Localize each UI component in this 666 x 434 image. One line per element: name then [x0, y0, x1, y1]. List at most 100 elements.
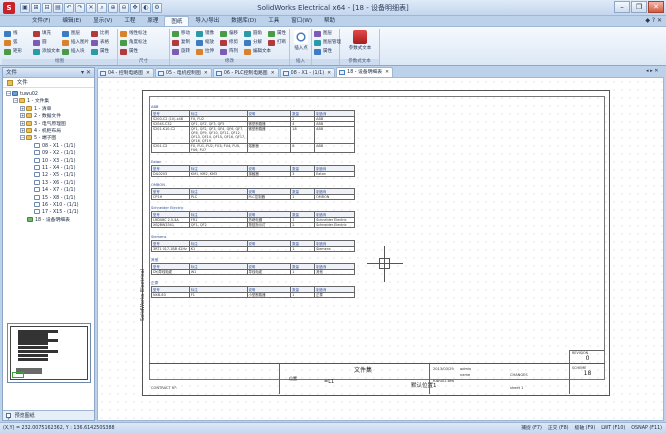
- ribbon-help-controls[interactable]: ◆ ? ✕: [645, 17, 662, 24]
- tab-close-icon[interactable]: ✕: [385, 70, 389, 75]
- ribbon-button[interactable]: 拉伸: [196, 48, 214, 56]
- tree-toggle-icon[interactable]: +: [20, 120, 25, 126]
- document-tab[interactable]: 04 - 控制电路图 ✕: [97, 68, 154, 77]
- doc-tabs-controls[interactable]: ◂ ▸ ✕: [646, 68, 664, 74]
- ribbon-button[interactable]: 角度标注: [120, 39, 147, 47]
- file-tool-label[interactable]: 文件: [17, 80, 28, 86]
- folder-icon[interactable]: [7, 79, 13, 86]
- preview-toggle[interactable]: ✓ 预览图纸: [3, 410, 94, 422]
- status-mode-toggle[interactable]: 极轴 (F9): [575, 423, 596, 434]
- bom-section: Schneider Electric 型号 标注 说明 数量 制造商 LRD08C 2.5-…: [151, 206, 355, 228]
- ribbon-button[interactable]: 插入块: [62, 48, 85, 56]
- ribbon-tab[interactable]: 工程: [118, 16, 141, 26]
- ribbon-button[interactable]: 圆: [33, 39, 47, 47]
- close-button[interactable]: ✕: [648, 1, 664, 13]
- ribbon-button[interactable]: 矩形: [4, 48, 22, 56]
- tree-node[interactable]: 17 - X15 - (1/1): [27, 209, 79, 216]
- ribbon-tab[interactable]: 图纸: [164, 16, 190, 26]
- status-mode-toggle[interactable]: LWT (F10): [601, 423, 625, 434]
- ribbon-button[interactable]: 属性: [91, 48, 109, 56]
- tab-close-icon[interactable]: ✕: [146, 71, 150, 76]
- ribbon-button[interactable]: 图层: [62, 30, 80, 38]
- tree-node[interactable]: 08 - X1 - (1/1): [27, 142, 75, 150]
- document-tab[interactable]: 18 - 设备明细表 ✕: [336, 67, 394, 77]
- tree-node[interactable]: − tuwu02: [6, 91, 38, 98]
- ribbon-button[interactable]: 旋转: [172, 48, 190, 56]
- status-mode-toggle[interactable]: OSNAP (F11): [631, 423, 662, 434]
- tree-node[interactable]: 09 - X2 - (1/1): [27, 150, 75, 157]
- tree-node[interactable]: +1 - 清单: [20, 105, 51, 113]
- ribbon-button[interactable]: 填充: [33, 30, 51, 38]
- ribbon-button[interactable]: 镜像: [196, 30, 214, 38]
- tree-node[interactable]: 12 - X5 - (1/1): [27, 172, 75, 179]
- maximize-button[interactable]: ❐: [631, 1, 647, 13]
- ribbon-button[interactable]: 阵列: [220, 48, 238, 56]
- ribbon-button[interactable]: 打断: [268, 39, 286, 47]
- ribbon-button[interactable]: 弧: [4, 39, 18, 47]
- document-tab[interactable]: 06 - PLC控制电路图 ✕: [212, 68, 279, 77]
- ribbon-button[interactable]: 插入图片: [62, 39, 89, 47]
- ribbon-button[interactable]: 添加文本: [33, 48, 60, 56]
- preview-checkbox[interactable]: ✓: [6, 413, 11, 422]
- ribbon-button[interactable]: 移动: [172, 30, 190, 38]
- drawing-name: 文件集: [354, 367, 373, 374]
- ribbon-tab[interactable]: 窗口(W): [285, 16, 318, 26]
- ribbon-button[interactable]: 缩放: [196, 39, 214, 47]
- ribbon-button[interactable]: 属性: [314, 48, 332, 56]
- tree-toggle-icon[interactable]: +: [20, 113, 25, 119]
- document-tab[interactable]: 08 - X1 - (1/1) ✕: [279, 68, 336, 77]
- tree-node[interactable]: 16 - X10 - (1/1): [27, 202, 79, 209]
- minimize-button[interactable]: –: [614, 1, 630, 13]
- ribbon-tab[interactable]: 文件(F): [26, 16, 56, 26]
- ribbon-tab[interactable]: 编辑(E): [56, 16, 87, 26]
- tab-close-icon[interactable]: ✕: [327, 71, 331, 76]
- tree-toggle-icon[interactable]: −: [13, 98, 18, 104]
- tree-toggle-icon[interactable]: +: [20, 105, 25, 111]
- ribbon-button[interactable]: 比例: [91, 30, 109, 38]
- tab-close-icon[interactable]: ✕: [204, 71, 208, 76]
- ribbon-button[interactable]: 修剪: [220, 39, 238, 47]
- ribbon-button[interactable]: 圆角: [244, 30, 262, 38]
- ribbon-button[interactable]: 属性: [120, 48, 138, 56]
- status-mode-toggle[interactable]: 正交 (F8): [548, 423, 569, 434]
- drawing-canvas[interactable]: SolidWorks Electrical ABB 型号 标注 说明 数量 制造商 S200…: [97, 77, 664, 421]
- folder-icon: [26, 128, 32, 133]
- ribbon-button[interactable]: 分解: [244, 39, 262, 47]
- tree-node[interactable]: 13 - X6 - (1/1): [27, 179, 75, 187]
- parametric-text-button[interactable]: 参数式文本: [345, 30, 375, 58]
- ribbon-button[interactable]: 图层管理: [314, 39, 341, 47]
- ribbon-tab[interactable]: 显示(V): [87, 16, 118, 26]
- ribbon-button[interactable]: 表格: [91, 39, 109, 47]
- tree-node[interactable]: − 1 - 文件集: [13, 98, 49, 105]
- ribbon-tab[interactable]: 导入/导出: [189, 16, 225, 26]
- tree-node[interactable]: 15 - X8 - (1/1): [27, 194, 75, 202]
- ribbon-button[interactable]: 线: [4, 30, 18, 38]
- status-mode-toggle[interactable]: 捕捉 (F7): [521, 423, 542, 434]
- ribbon-button[interactable]: 复制: [172, 39, 190, 47]
- tree-node[interactable]: +4 - 机柜布局: [20, 128, 61, 135]
- tree-node[interactable]: +3 - 电气原理图: [20, 120, 66, 128]
- tab-close-icon[interactable]: ✕: [271, 71, 275, 76]
- tree-node[interactable]: 14 - X7 - (1/1): [27, 187, 75, 194]
- ribbon-button[interactable]: 线性标注: [120, 30, 147, 38]
- tree-toggle-icon[interactable]: −: [6, 91, 11, 96]
- tree-node[interactable]: 18 - 设备明细表: [20, 216, 70, 224]
- tree-toggle-icon[interactable]: −: [20, 135, 25, 141]
- bom-cell: DIL0203: [151, 171, 190, 177]
- tree-node[interactable]: +2 - 数据文件: [20, 113, 61, 120]
- ribbon-button[interactable]: 属性: [268, 30, 286, 38]
- tree-node[interactable]: 10 - X3 - (1/1): [27, 157, 75, 165]
- ribbon-button[interactable]: 编辑文本: [244, 48, 271, 56]
- ribbon-tab[interactable]: 原理: [141, 16, 164, 26]
- ribbon-tab[interactable]: 工具: [262, 16, 285, 26]
- preview-viewport[interactable]: [12, 372, 24, 378]
- ribbon-tab[interactable]: 数据库(D): [225, 16, 262, 26]
- ribbon-tab[interactable]: 帮助: [318, 16, 341, 26]
- tree-toggle-icon[interactable]: +: [20, 128, 25, 133]
- tree-node[interactable]: − 5 - 端子图: [20, 135, 56, 142]
- tree-node[interactable]: 11 - X4 - (1/1): [27, 165, 75, 172]
- ribbon-button[interactable]: 图层: [314, 30, 332, 38]
- ribbon-button[interactable]: 偏移: [220, 30, 238, 38]
- document-tab[interactable]: 05 - 电机控制图 ✕: [154, 68, 212, 77]
- panel-pin-icon[interactable]: ▾ ✕: [81, 68, 91, 78]
